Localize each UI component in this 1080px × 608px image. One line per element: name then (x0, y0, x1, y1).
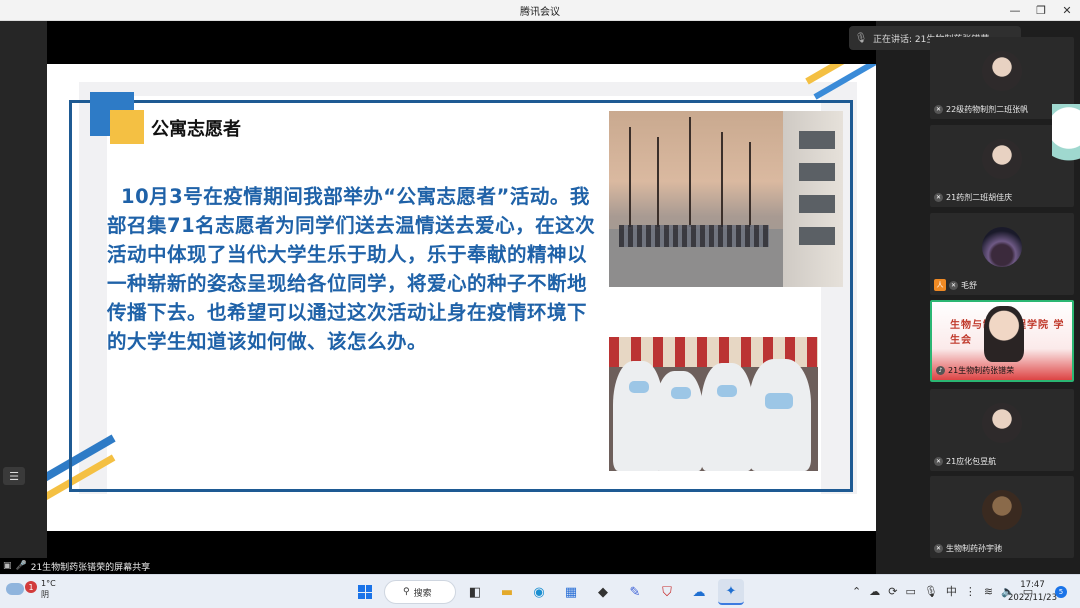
wifi-icon[interactable]: ≋ (984, 585, 993, 598)
avatar (982, 403, 1022, 443)
screen-share-icon: ▣ (3, 561, 12, 571)
weather-temp: 1°C (41, 579, 56, 588)
mic-muted-icon: ✕ (934, 457, 943, 466)
participant-tile-active[interactable]: 生物与制药工程学院 学生会 ♪ 21生物制药张镨荣 (930, 300, 1074, 382)
window-controls: — ❐ ✕ (1002, 0, 1080, 21)
ime-options-icon[interactable]: ⋮ (965, 585, 976, 598)
system-tray: ⌃ ☁ ⟳ ▭ 🎙 中 ⋮ ≋ 🔈 ▭ (852, 583, 1033, 599)
sync-icon[interactable]: ⟳ (888, 585, 897, 598)
avatar (982, 227, 1022, 267)
member-list-icon[interactable]: ☰ (3, 467, 25, 485)
cloud-icon (6, 583, 24, 595)
floating-mascot[interactable] (1052, 104, 1080, 184)
participant-tile[interactable]: ✕ 生物制药孙宇驰 (930, 476, 1074, 558)
taskbar-search[interactable]: ⚲ 搜索 (384, 580, 456, 604)
cloud-app-icon[interactable]: ☁ (686, 579, 712, 605)
shared-slide: 公寓志愿者 10月3号在疫情期间我部举办“公寓志愿者”活动。我部召集71名志愿者… (47, 64, 876, 531)
mic-icon: ♪ (936, 366, 945, 375)
window-titlebar: 腾讯会议 — ❐ ✕ (0, 0, 1080, 21)
store-icon[interactable]: ▦ (558, 579, 584, 605)
deco-square (110, 110, 144, 144)
notification-badge[interactable]: 5 (1055, 586, 1067, 598)
file-explorer-icon[interactable]: ▬ (494, 579, 520, 605)
volunteer-photo-group (609, 337, 818, 471)
taskbar-apps: ⚲ 搜索 ◧ ▬ ◉ ▦ ◆ ✎ ⛉ ☁ ✦ (352, 579, 744, 605)
system-clock[interactable]: 17:47 2022/11/23 (1008, 579, 1057, 605)
slide-body-text: 10月3号在疫情期间我部举办“公寓志愿者”活动。我部召集71名志愿者为同学们送去… (107, 185, 596, 353)
participant-name: 21生物制药张镨荣 (948, 366, 1015, 375)
app-cube-icon[interactable]: ◆ (590, 579, 616, 605)
screen-share-label: 21生物制药张镨荣的屏幕共享 (30, 562, 151, 573)
ime-indicator[interactable]: 中 (946, 583, 957, 599)
participant-name: 生物制药孙宇驰 (946, 544, 1002, 553)
avatar (982, 139, 1022, 179)
windows-icon (358, 585, 372, 599)
weather-widget[interactable]: 1 1°C 阴 (6, 578, 56, 600)
participant-tile[interactable]: ✕ 21应化包昱航 (930, 389, 1074, 471)
weather-badge: 1 (25, 581, 37, 593)
mic-muted-icon: ✕ (934, 105, 943, 114)
tencent-meeting-icon[interactable]: ✦ (718, 579, 744, 605)
participant-name: 毛舒 (961, 280, 977, 290)
volunteer-photo-queue (609, 111, 843, 287)
microphone-icon[interactable]: 🎙 (924, 585, 938, 598)
clock-time: 17:47 (1020, 580, 1045, 590)
mic-muted-icon: ✕ (949, 280, 958, 290)
edge-icon[interactable]: ◉ (526, 579, 552, 605)
task-view-icon[interactable]: ◧ (462, 579, 488, 605)
weather-desc: 阴 (41, 590, 49, 599)
mic-icon: 🎤 (15, 561, 27, 571)
chevron-up-icon[interactable]: ⌃ (852, 585, 861, 598)
cloud-icon[interactable]: ☁ (869, 585, 880, 598)
mcafee-icon[interactable]: ⛉ (654, 579, 680, 605)
user-icon: 人 (934, 279, 946, 291)
screen-share-bar: ▣ 🎤 21生物制药张镨荣的屏幕共享 (0, 558, 876, 574)
mic-muted-icon: ✕ (934, 544, 943, 553)
close-icon[interactable]: ✕ (1054, 0, 1080, 21)
search-icon: ⚲ (403, 587, 410, 597)
participant-name: 22级药物制剂二班张帆 (946, 105, 1029, 114)
participant-tile[interactable]: 人 ✕ 毛舒 (930, 213, 1074, 295)
start-button[interactable] (352, 579, 378, 605)
search-label: 搜索 (413, 588, 432, 599)
restore-icon[interactable]: ❐ (1028, 0, 1054, 21)
avatar (982, 490, 1022, 530)
pen-app-icon[interactable]: ✎ (622, 579, 648, 605)
window-title: 腾讯会议 (520, 6, 560, 18)
mic-muted-icon: ✕ (934, 193, 943, 202)
participant-name: 21应化包昱航 (946, 457, 997, 466)
mic-icon: 🎙 (854, 32, 868, 44)
avatar (982, 51, 1022, 91)
clock-date: 2022/11/23 (1008, 593, 1057, 603)
slide-heading: 公寓志愿者 (151, 119, 241, 140)
display-icon[interactable]: ▭ (905, 585, 915, 598)
taskbar: 1 1°C 阴 ⚲ 搜索 ◧ ▬ ◉ ▦ ◆ ✎ ⛉ ☁ ✦ ⌃ ☁ ⟳ ▭ 🎙… (0, 574, 1080, 608)
minimize-icon[interactable]: — (1002, 0, 1028, 21)
participant-name: 21药剂二班胡佳庆 (946, 193, 1013, 202)
speaker-video (984, 306, 1024, 362)
